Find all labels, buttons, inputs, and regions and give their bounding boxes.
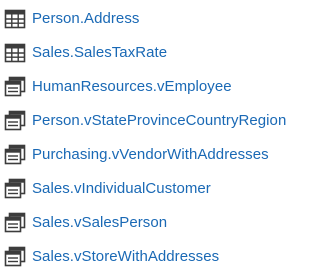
object-item-sales-vindividualcustomer[interactable]: Sales.vIndividualCustomer (4, 177, 211, 201)
object-name[interactable]: Sales.vStoreWithAddresses (32, 247, 219, 267)
table-icon (4, 42, 26, 64)
object-item-sales-vstorewithaddresses[interactable]: Sales.vStoreWithAddresses (4, 245, 219, 269)
view-icon (4, 110, 26, 132)
object-item-person-vstateprovincecountryregion[interactable]: Person.vStateProvinceCountryRegion (4, 109, 286, 133)
object-name[interactable]: Sales.vSalesPerson (32, 213, 167, 233)
object-item-person-address[interactable]: Person.Address (4, 7, 139, 31)
object-item-sales-salestaxrate[interactable]: Sales.SalesTaxRate (4, 41, 167, 65)
object-name[interactable]: Sales.SalesTaxRate (32, 43, 167, 63)
object-name[interactable]: HumanResources.vEmployee (32, 77, 232, 97)
object-name[interactable]: Sales.vIndividualCustomer (32, 179, 211, 199)
object-item-sales-vsalesperson[interactable]: Sales.vSalesPerson (4, 211, 167, 235)
table-icon (4, 8, 26, 30)
object-name[interactable]: Purchasing.vVendorWithAddresses (32, 145, 269, 165)
object-name[interactable]: Person.vStateProvinceCountryRegion (32, 111, 286, 131)
view-icon (4, 246, 26, 268)
view-icon (4, 178, 26, 200)
object-name[interactable]: Person.Address (32, 9, 139, 29)
view-icon (4, 144, 26, 166)
object-item-humanresources-vemployee[interactable]: HumanResources.vEmployee (4, 75, 232, 99)
view-icon (4, 76, 26, 98)
view-icon (4, 212, 26, 234)
object-list: Person.Address Sales.SalesTaxRate HumanR… (0, 0, 327, 275)
object-item-purchasing-vvendorwithaddresses[interactable]: Purchasing.vVendorWithAddresses (4, 143, 269, 167)
